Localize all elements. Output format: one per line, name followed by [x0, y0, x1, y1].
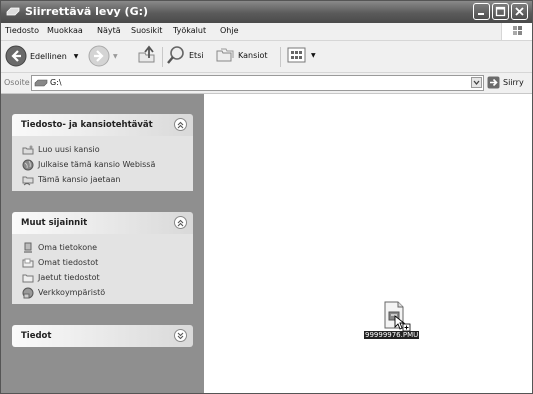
search-label: Etsi: [189, 50, 204, 60]
details-panel-header[interactable]: Tiedot: [12, 325, 193, 347]
toolbar: Edellinen ▼ ▼ Etsi Kansiot ▼: [1, 41, 532, 73]
file-item[interactable]: 99999976.PMU: [358, 301, 428, 341]
expand-button[interactable]: [174, 329, 187, 342]
minimize-icon: [478, 13, 484, 15]
globe-icon: [22, 159, 34, 170]
share-folder-label: Tämä kansio jaetaan: [38, 175, 121, 184]
shared-documents-label: Jaetut tiedostot: [38, 273, 100, 282]
my-computer-link[interactable]: Oma tietokone: [12, 240, 193, 255]
drive-icon: [6, 7, 20, 16]
views-button[interactable]: ▼: [286, 45, 316, 65]
my-computer-label: Oma tietokone: [38, 243, 98, 252]
shared-documents-icon: [22, 274, 34, 282]
computer-icon: [24, 242, 32, 253]
close-icon: [515, 7, 524, 16]
up-folder-icon: [138, 45, 155, 63]
menu-tools[interactable]: Työkalut: [173, 26, 206, 35]
file-view[interactable]: 99999976.PMU: [204, 94, 532, 393]
folders-icon: [216, 48, 234, 62]
my-documents-link[interactable]: Omat tiedostot: [12, 255, 193, 270]
places-panel-title: Muut sijainnit: [21, 218, 88, 228]
network-places-link[interactable]: Verkkoympäristö: [12, 285, 193, 300]
views-dropdown-icon: ▼: [311, 51, 316, 59]
details-panel-title: Tiedot: [21, 331, 52, 341]
back-label: Edellinen: [30, 51, 67, 61]
close-button[interactable]: [511, 3, 528, 20]
explorer-window: Siirrettävä levy (G:) Tiedosto Muokkaa N…: [0, 0, 533, 394]
back-dropdown-icon[interactable]: ▼: [74, 53, 79, 60]
tasks-panel: Tiedosto- ja kansiotehtävät Luo uusi kan…: [12, 114, 193, 191]
search-button[interactable]: Etsi: [166, 45, 204, 65]
window-title: Siirrettävä levy (G:): [25, 5, 149, 18]
address-dropdown-button[interactable]: [471, 77, 482, 88]
menu-help[interactable]: Ohje: [220, 26, 239, 35]
new-folder-icon: [22, 145, 34, 154]
chevron-up-icon: [177, 121, 184, 129]
go-label: Siirry: [503, 78, 524, 87]
forward-dropdown-icon[interactable]: ▼: [113, 53, 118, 60]
minimize-button[interactable]: [473, 3, 490, 20]
shared-documents-link[interactable]: Jaetut tiedostot: [12, 270, 193, 285]
menu-favorites[interactable]: Suosikit: [131, 26, 162, 35]
share-folder-link[interactable]: Tämä kansio jaetaan: [12, 172, 193, 187]
chevron-down-icon: [177, 332, 184, 340]
forward-arrow-icon: [88, 45, 110, 67]
my-documents-label: Omat tiedostot: [38, 258, 99, 267]
task-pane: Tiedosto- ja kansiotehtävät Luo uusi kan…: [1, 94, 204, 393]
tasks-panel-header[interactable]: Tiedosto- ja kansiotehtävät: [12, 114, 193, 136]
places-panel-header[interactable]: Muut sijainnit: [12, 212, 193, 234]
address-input[interactable]: G:\: [31, 75, 484, 91]
drive-icon: [34, 79, 48, 87]
chevron-up-icon: [177, 219, 184, 227]
file-name: 99999976.PMU: [364, 331, 420, 339]
search-icon: [167, 46, 184, 64]
publish-web-label: Julkaise tämä kansio Webissä: [38, 160, 156, 169]
address-bar: Osoite G:\ Siirry: [1, 73, 532, 94]
collapse-button[interactable]: [174, 118, 187, 131]
go-button[interactable]: Siirry: [487, 76, 524, 89]
go-arrow-icon: [487, 76, 500, 89]
menu-edit[interactable]: Muokkaa: [47, 26, 83, 35]
views-icon: [287, 47, 306, 63]
up-button[interactable]: [137, 45, 157, 65]
chevron-down-icon: [473, 80, 480, 86]
menu-view[interactable]: Näytä: [97, 26, 121, 35]
windows-logo: [501, 23, 532, 40]
shared-folder-icon: [22, 176, 34, 185]
maximize-button[interactable]: [492, 3, 509, 20]
windows-flag-icon: [513, 26, 522, 35]
publish-web-link[interactable]: Julkaise tämä kansio Webissä: [12, 157, 193, 172]
new-folder-link[interactable]: Luo uusi kansio: [12, 142, 193, 157]
menu-file[interactable]: Tiedosto: [5, 26, 39, 35]
new-folder-label: Luo uusi kansio: [38, 145, 100, 154]
back-button[interactable]: Edellinen ▼: [5, 45, 78, 67]
tasks-panel-title: Tiedosto- ja kansiotehtävät: [21, 120, 153, 130]
network-places-label: Verkkoympäristö: [38, 288, 106, 297]
menu-bar: Tiedosto Muokkaa Näytä Suosikit Työkalut…: [1, 23, 532, 41]
documents-folder-icon: [22, 258, 34, 267]
folders-label: Kansiot: [238, 50, 268, 60]
address-label: Osoite: [4, 78, 30, 87]
forward-button[interactable]: ▼: [88, 45, 118, 67]
places-panel: Muut sijainnit Oma tietokone Omat tiedos…: [12, 212, 193, 304]
collapse-button[interactable]: [174, 216, 187, 229]
back-arrow-icon: [5, 45, 27, 67]
address-value: G:\: [50, 78, 62, 87]
folders-button[interactable]: Kansiot: [215, 45, 268, 65]
title-bar[interactable]: Siirrettävä levy (G:): [1, 1, 532, 23]
details-panel: Tiedot: [12, 325, 193, 347]
network-icon: [22, 287, 34, 298]
maximize-icon: [495, 6, 506, 17]
